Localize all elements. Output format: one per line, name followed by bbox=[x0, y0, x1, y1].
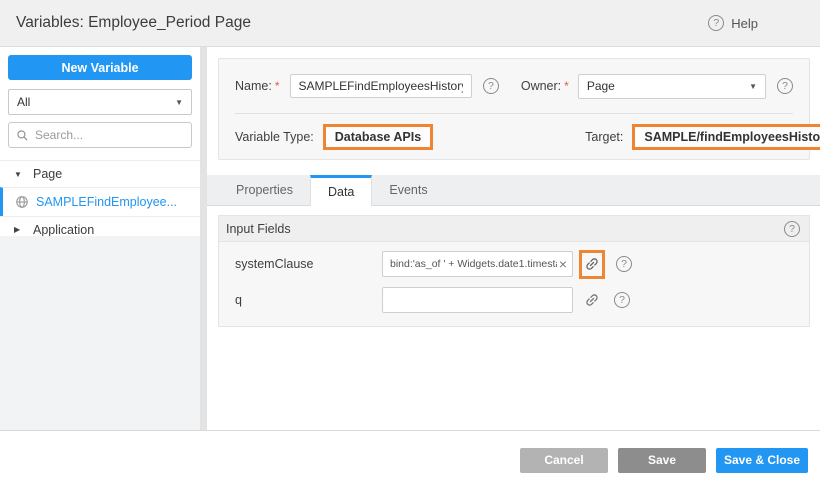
search-input[interactable] bbox=[35, 128, 184, 142]
q-bind-button[interactable] bbox=[581, 287, 603, 313]
sidebar-controls: New Variable All ▼ bbox=[0, 47, 200, 156]
dialog-footer: Cancel Save Save & Close bbox=[0, 431, 820, 489]
systemclause-help-icon[interactable]: ? bbox=[616, 256, 632, 272]
variable-filter-value: All bbox=[17, 95, 30, 109]
save-and-close-button[interactable]: Save & Close bbox=[716, 448, 808, 473]
help-icon[interactable]: ? bbox=[708, 15, 724, 31]
variable-type-label: Variable Type: bbox=[235, 130, 314, 144]
tree-item-variable-selected[interactable]: SAMPLEFindEmployee... bbox=[0, 187, 200, 216]
tree-collapsed-icon[interactable]: ▶ bbox=[14, 225, 24, 234]
sidebar-empty-area bbox=[0, 236, 200, 430]
chevron-down-icon: ▼ bbox=[749, 82, 757, 91]
variables-tree: ▼ Page SAMPLEFindEmployee... ▶ Applicati… bbox=[0, 160, 200, 243]
systemclause-label: systemClause bbox=[219, 257, 375, 271]
input-fields-title: Input Fields bbox=[226, 222, 291, 236]
help-label[interactable]: Help bbox=[731, 16, 758, 31]
systemclause-value: bind:'as_of ' + Widgets.date1.timestam bbox=[390, 258, 557, 270]
tree-group-page-label: Page bbox=[33, 167, 62, 181]
tree-group-page[interactable]: ▼ Page bbox=[0, 160, 200, 187]
type-target-row: Variable Type: Database APIs Target: SAM… bbox=[219, 114, 809, 159]
save-button[interactable]: Save bbox=[618, 448, 706, 473]
tab-events[interactable]: Events bbox=[372, 175, 444, 205]
name-help-icon[interactable]: ? bbox=[483, 78, 499, 94]
target-highlight: SAMPLE/findEmployeesHistory bbox=[632, 124, 820, 150]
variable-type-highlight: Database APIs bbox=[323, 124, 433, 150]
tree-item-variable-label: SAMPLEFindEmployee... bbox=[36, 195, 177, 209]
cancel-button[interactable]: Cancel bbox=[520, 448, 608, 473]
clear-binding-icon[interactable]: × bbox=[559, 257, 567, 271]
variable-summary-panel: Name: * ? Owner: * Page ▼ ? Variable Typ… bbox=[218, 58, 810, 160]
service-variable-icon bbox=[15, 195, 36, 209]
dialog-header: Variables: Employee_Period Page ? Help bbox=[0, 0, 820, 47]
variables-sidebar: New Variable All ▼ ▼ Page bbox=[0, 47, 200, 430]
name-required-marker: * bbox=[275, 79, 280, 93]
input-fields-body: systemClause bind:'as_of ' + Widgets.dat… bbox=[219, 242, 809, 326]
detail-tab-bar: Properties Data Events bbox=[207, 175, 820, 206]
page-title: Variables: Employee_Period Page bbox=[16, 14, 251, 32]
input-field-row-q: q ? bbox=[219, 282, 809, 318]
name-label: Name: bbox=[235, 79, 272, 93]
tab-properties[interactable]: Properties bbox=[219, 175, 310, 205]
target-label: Target: bbox=[585, 130, 623, 144]
search-icon bbox=[16, 129, 29, 142]
owner-help-icon[interactable]: ? bbox=[777, 78, 793, 94]
q-help-icon[interactable]: ? bbox=[614, 292, 630, 308]
input-fields-panel: Input Fields ? systemClause bind:'as_of … bbox=[218, 215, 810, 327]
q-label: q bbox=[219, 293, 375, 307]
name-owner-row: Name: * ? Owner: * Page ▼ ? bbox=[219, 59, 809, 113]
q-input[interactable] bbox=[382, 287, 573, 313]
variables-dialog: Variables: Employee_Period Page ? Help N… bbox=[0, 0, 820, 489]
new-variable-button[interactable]: New Variable bbox=[8, 55, 192, 80]
owner-selected-value: Page bbox=[587, 79, 615, 93]
main-panel: Name: * ? Owner: * Page ▼ ? Variable Typ… bbox=[207, 47, 820, 430]
variable-search-box[interactable] bbox=[8, 122, 192, 148]
systemclause-input[interactable]: bind:'as_of ' + Widgets.date1.timestam × bbox=[382, 251, 573, 277]
systemclause-bind-button-highlight[interactable] bbox=[579, 250, 605, 279]
tree-expanded-icon[interactable]: ▼ bbox=[14, 170, 24, 179]
owner-label: Owner: bbox=[521, 79, 561, 93]
name-input[interactable] bbox=[290, 74, 472, 98]
tab-data[interactable]: Data bbox=[310, 175, 372, 206]
input-fields-help-icon[interactable]: ? bbox=[784, 221, 800, 237]
chevron-down-icon: ▼ bbox=[175, 98, 183, 107]
owner-required-marker: * bbox=[564, 79, 569, 93]
input-field-row-systemclause: systemClause bind:'as_of ' + Widgets.dat… bbox=[219, 246, 809, 282]
link-icon bbox=[584, 256, 600, 272]
tree-group-application-label: Application bbox=[33, 223, 94, 237]
input-fields-header: Input Fields ? bbox=[219, 216, 809, 242]
link-icon bbox=[584, 292, 600, 308]
owner-select[interactable]: Page ▼ bbox=[578, 74, 766, 99]
help-button[interactable]: ? Help bbox=[708, 15, 758, 31]
variable-filter-select[interactable]: All ▼ bbox=[8, 89, 192, 115]
sidebar-main-divider bbox=[200, 47, 207, 430]
